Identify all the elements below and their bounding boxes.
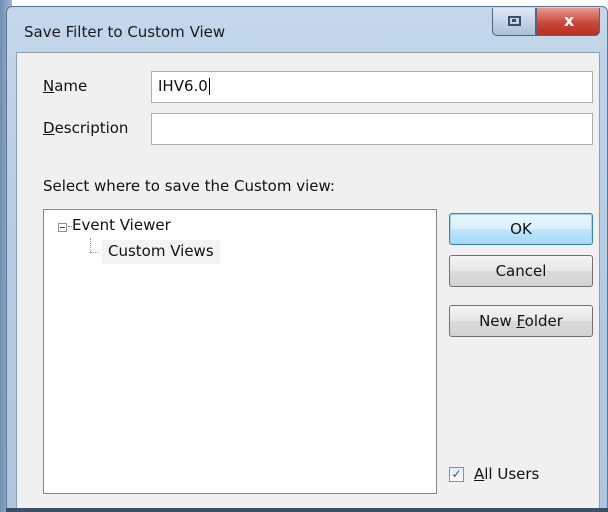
folder-tree[interactable]: Event Viewer Custom Views: [43, 209, 437, 494]
cancel-button[interactable]: Cancel: [449, 255, 593, 287]
dialog-client-area: Name IHV6.0 Description Select where to …: [16, 52, 600, 510]
tree-connector-horizontal: [90, 252, 98, 254]
name-input[interactable]: IHV6.0: [151, 71, 593, 103]
save-filter-dialog: Save Filter to Custom View x Name IHV6.0…: [0, 0, 608, 512]
ok-button[interactable]: OK: [449, 213, 593, 245]
window-bottom-border: [6, 508, 608, 512]
location-prompt: Select where to save the Custom view:: [43, 177, 335, 195]
name-input-value: IHV6.0: [158, 77, 208, 95]
description-label: Description: [43, 119, 129, 137]
restore-button[interactable]: [492, 8, 536, 36]
close-button[interactable]: x: [536, 8, 600, 36]
all-users-label[interactable]: All Users: [474, 465, 539, 483]
tree-connector-vertical: [90, 238, 92, 252]
tree-item-custom-views[interactable]: Custom Views: [102, 240, 220, 264]
window-title: Save Filter to Custom View: [24, 23, 226, 41]
title-bar[interactable]: Save Filter to Custom View x: [8, 8, 608, 52]
name-label: Name: [43, 77, 88, 95]
new-folder-button[interactable]: New Folder: [449, 305, 593, 337]
restore-icon: [508, 16, 521, 26]
close-icon: x: [563, 11, 575, 30]
text-caret: [208, 78, 210, 95]
all-users-checkbox[interactable]: ✓: [449, 467, 464, 482]
description-input[interactable]: [151, 113, 593, 145]
collapse-icon[interactable]: [58, 223, 67, 232]
tree-item-event-viewer[interactable]: Event Viewer: [72, 216, 171, 234]
